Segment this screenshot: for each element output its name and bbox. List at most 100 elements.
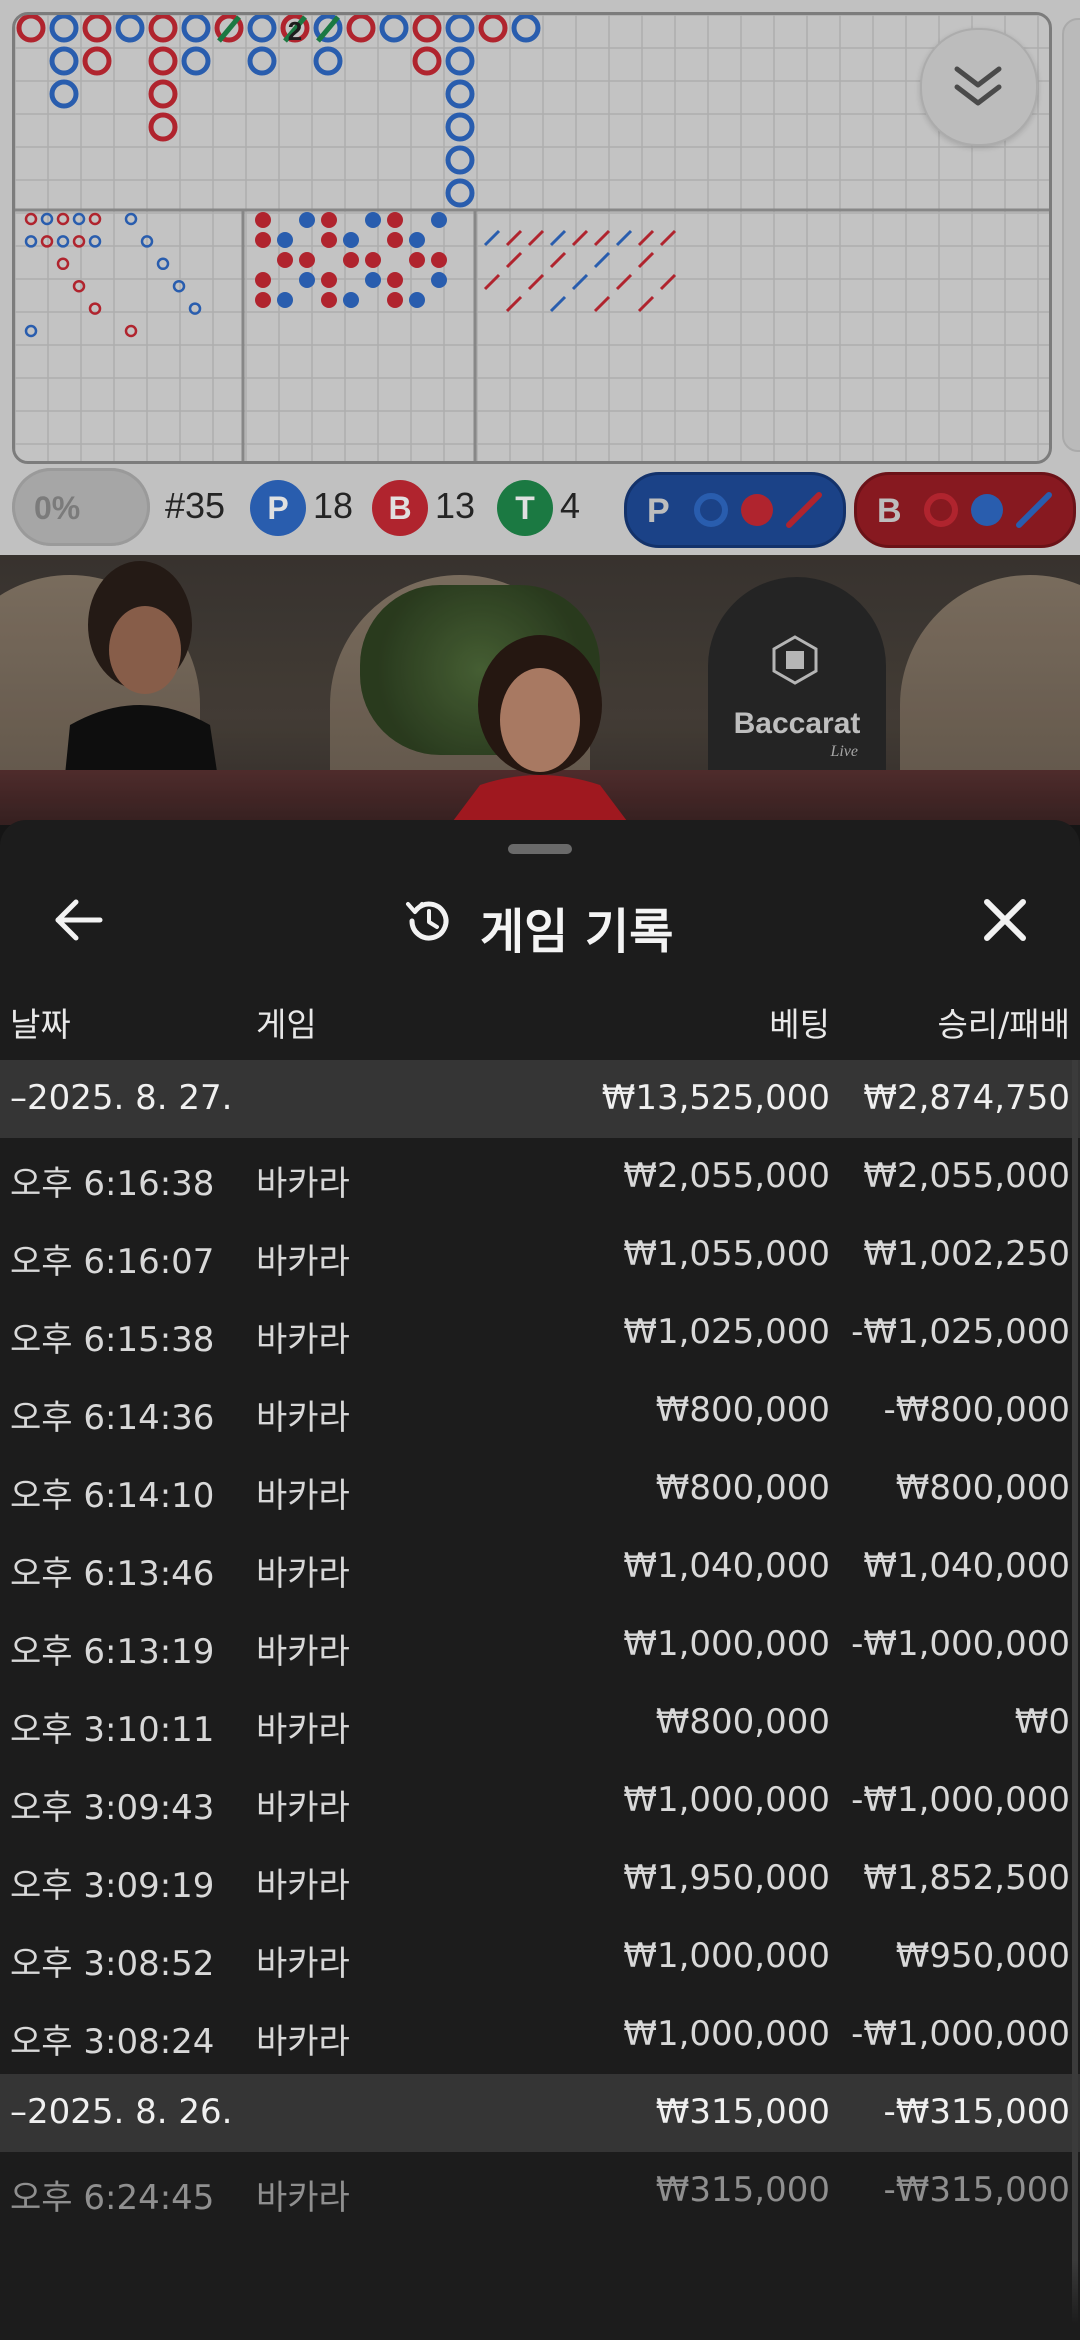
row-time: 오후 3:10:11 [10,1710,215,1750]
roadmap-bead [478,15,508,43]
row-win-loss: ₩1,040,000 [863,1546,1070,1586]
table-row[interactable]: 오후 6:13:46 바카라 ₩1,040,000 ₩1,040,000 [0,1528,1080,1606]
table-row[interactable]: 오후 6:13:19 바카라 ₩1,000,000 -₩1,000,000 [0,1606,1080,1684]
derived-road-bead [172,279,186,293]
player-predict-button[interactable]: P [624,472,846,548]
derived-road-dot [343,252,359,268]
row-game: 바카라 [256,2022,350,2062]
row-time: 오후 6:13:19 [10,1632,215,1672]
roadmap-grid: 2 [12,12,1052,464]
sheet-drag-handle[interactable] [508,844,572,854]
table-row[interactable]: 오후 3:09:19 바카라 ₩1,950,000 ₩1,852,500 [0,1840,1080,1918]
derived-road-dot [387,232,403,248]
derived-road-bead [24,324,38,338]
group-date: –2025. 8. 27. [10,1078,233,1118]
table-header: 날짜 게임 베팅 승리/패배 [0,998,1080,1058]
derived-road-dot [255,292,271,308]
roadmap-bead [16,15,46,43]
player-count: 18 [313,485,354,526]
row-game: 바카라 [256,1476,350,1516]
row-bet: ₩800,000 [655,1702,830,1742]
row-game: 바카라 [256,1554,350,1594]
row-win-loss: ₩800,000 [895,1468,1070,1508]
row-game: 바카라 [256,2178,350,2218]
derived-road-dot [365,252,381,268]
player-chip: P [250,480,306,536]
column-header-date: 날짜 [10,1005,71,1044]
derived-road-dot [409,232,425,248]
derived-road-bead [88,235,102,248]
table-row[interactable]: 오후 3:10:11 바카라 ₩800,000 ₩0 [0,1684,1080,1762]
row-win-loss: -₩1,000,000 [851,1624,1070,1664]
date-group-row[interactable]: –2025. 8. 27. ₩13,525,000 ₩2,874,750 [0,1060,1080,1138]
derived-road-dot [409,292,425,308]
row-time: 오후 3:08:24 [10,2022,215,2062]
collapse-roadmap-button[interactable] [920,28,1038,146]
roadmap-bead [82,46,112,76]
derived-road-dot [299,252,315,268]
table-row[interactable]: 오후 3:08:24 바카라 ₩1,000,000 -₩1,000,000 [0,1996,1080,2074]
stats-bar: 0% #35 P 18 B 13 T 4 P B [0,460,1080,555]
derived-road-slash [483,229,501,247]
table-row[interactable]: 오후 6:16:07 바카라 ₩1,055,000 ₩1,002,250 [0,1216,1080,1294]
derived-road-dot [431,252,447,268]
close-button[interactable] [975,890,1035,950]
table-row[interactable]: 오후 6:24:45 바카라 ₩315,000 -₩315,000 [0,2152,1080,2230]
roadmap-bead [412,15,442,43]
row-win-loss: ₩950,000 [895,1936,1070,1976]
derived-road-slash [527,229,545,247]
percent-toggle-label: 0% [34,490,81,526]
derived-road-dot [387,212,403,228]
row-bet: ₩1,950,000 [623,1858,830,1898]
roadmap-bead [181,46,211,76]
row-game: 바카라 [256,1398,350,1438]
row-time: 오후 3:09:43 [10,1788,215,1828]
close-icon [984,899,1026,941]
derived-road-slash [505,295,523,313]
row-game: 바카라 [256,1632,350,1672]
row-bet: ₩1,025,000 [623,1312,830,1352]
group-win-total: ₩2,874,750 [863,1078,1070,1118]
bottom-fade [0,2260,1080,2340]
tie-chip: T [497,480,553,536]
derived-road-dot [343,232,359,248]
derived-road-bead [56,212,70,226]
derived-road-slash [659,229,677,247]
table-row[interactable]: 오후 3:08:52 바카라 ₩1,000,000 ₩950,000 [0,1918,1080,1996]
derived-road-slash [527,273,545,291]
derived-road-dot [255,272,271,288]
banker-chip: B [372,480,428,536]
scrollbar[interactable] [1072,1060,1078,2330]
row-win-loss: ₩1,852,500 [863,1858,1070,1898]
table-row[interactable]: 오후 6:14:36 바카라 ₩800,000 -₩800,000 [0,1372,1080,1450]
row-bet: ₩1,000,000 [623,1936,830,1976]
derived-road-slash [593,251,611,269]
table-row[interactable]: 오후 6:14:10 바카라 ₩800,000 ₩800,000 [0,1450,1080,1528]
derived-road-bead [24,235,38,248]
derived-road-slash [615,273,633,291]
row-time: 오후 3:08:52 [10,1944,215,1984]
table-row[interactable]: 오후 3:09:43 바카라 ₩1,000,000 -₩1,000,000 [0,1762,1080,1840]
sign-subtext: Live [830,743,858,760]
back-button[interactable] [50,890,110,950]
roadmap-bead [49,79,79,109]
row-win-loss: ₩1,002,250 [863,1234,1070,1274]
derived-road-slash [571,273,589,291]
roadmap-bead [445,112,475,142]
live-video-feed[interactable]: Baccarat Live [0,555,1080,825]
roadmap-bead [346,15,376,43]
next-panel-peek [1062,18,1080,452]
row-bet: ₩1,000,000 [623,1624,830,1664]
banker-predict-label: B [877,492,902,530]
banker-predict-button[interactable]: B [854,472,1076,548]
table-row[interactable]: 오후 6:15:38 바카라 ₩1,025,000 -₩1,025,000 [0,1294,1080,1372]
percent-toggle[interactable]: 0% [12,468,150,546]
row-game: 바카라 [256,1164,350,1204]
group-bet-total: ₩13,525,000 [601,1078,830,1118]
roadmap-bead [148,112,178,142]
row-time: 오후 6:15:38 [10,1320,215,1360]
derived-road-dot [431,212,447,228]
table-row[interactable]: 오후 6:16:38 바카라 ₩2,055,000 ₩2,055,000 [0,1138,1080,1216]
sign-word: Baccarat [733,707,861,740]
date-group-row[interactable]: –2025. 8. 26. ₩315,000 -₩315,000 [0,2074,1080,2152]
